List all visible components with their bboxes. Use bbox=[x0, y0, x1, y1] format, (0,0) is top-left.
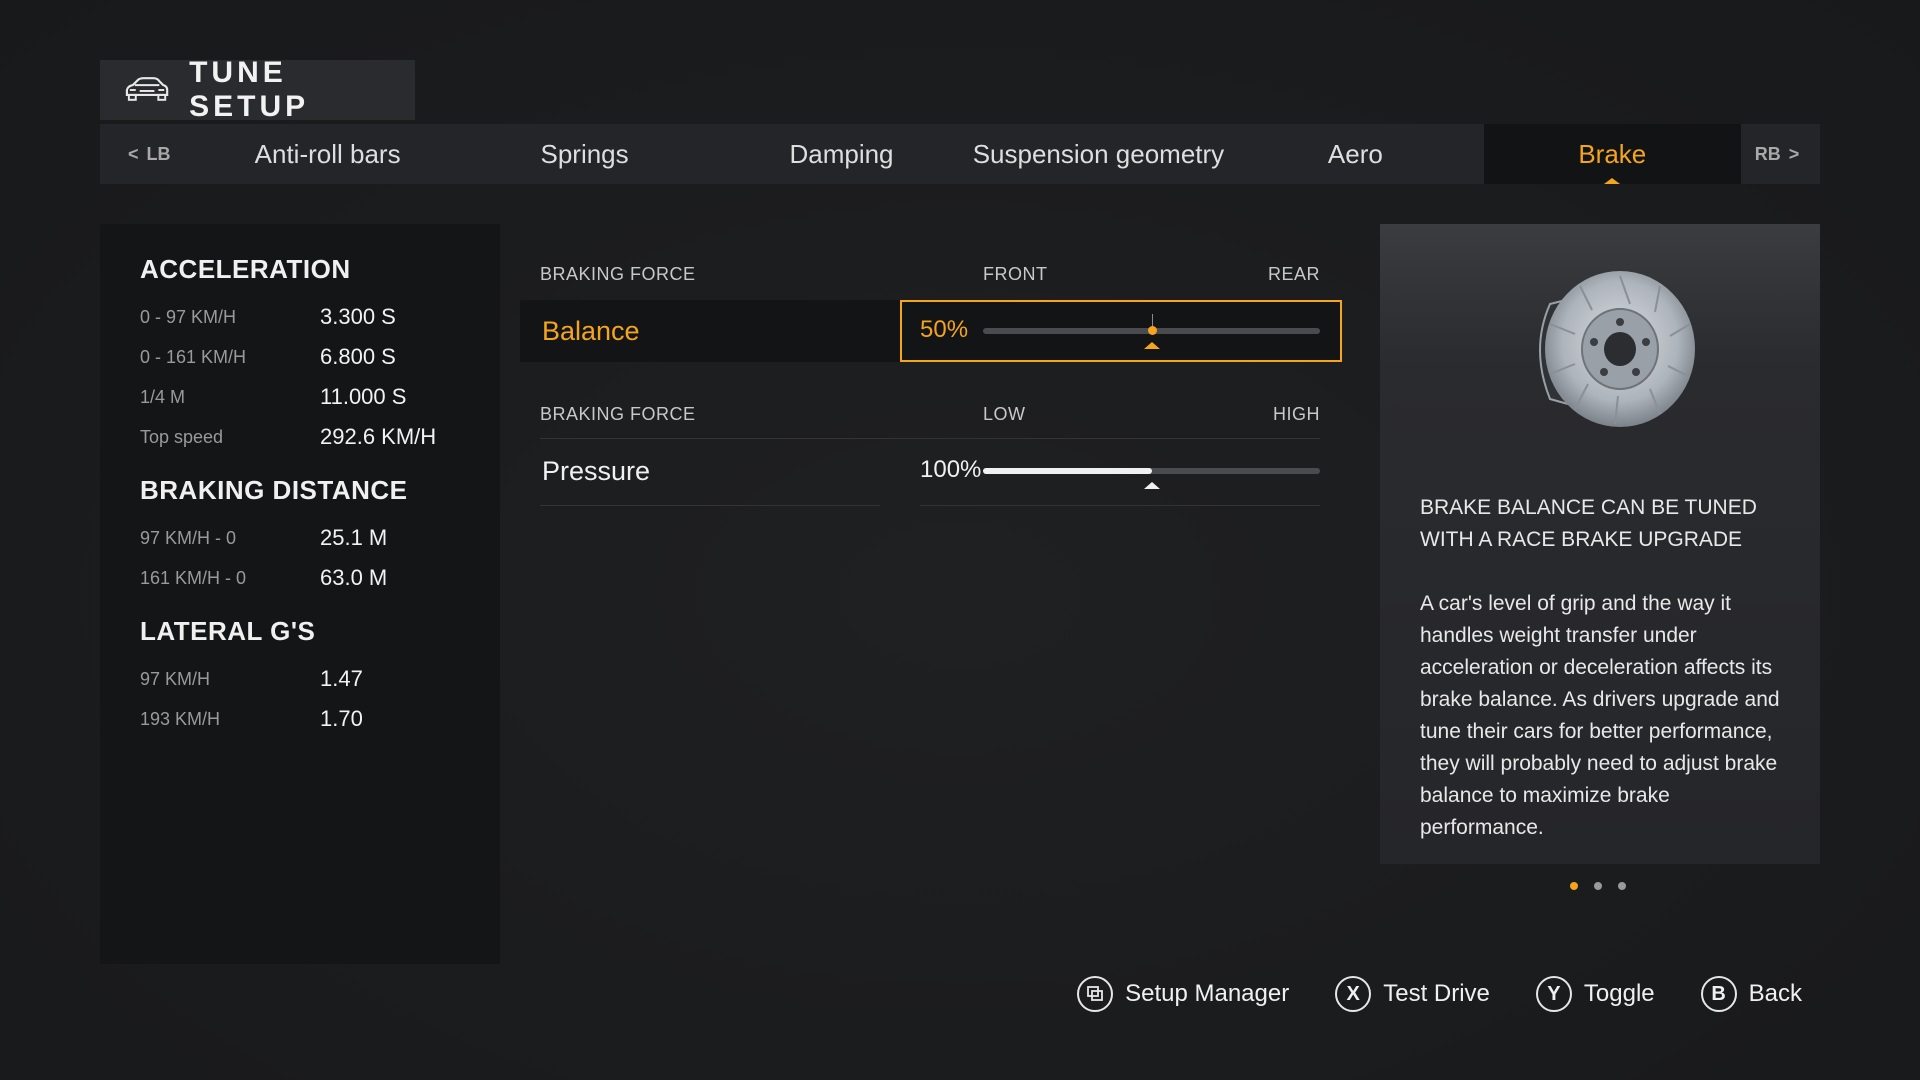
info-panel: BRAKE BALANCE CAN BE TUNED WITH A RACE B… bbox=[1380, 224, 1820, 864]
chevron-right-icon: > bbox=[1788, 143, 1800, 164]
pager-dot[interactable] bbox=[1594, 882, 1602, 890]
setting-value: 50% bbox=[920, 316, 969, 343]
left-bumper-button[interactable]: < LB bbox=[100, 144, 199, 165]
tab-label: Aero bbox=[1327, 138, 1383, 169]
stat-label: 97 KM/H - 0 bbox=[140, 527, 237, 548]
page-title: TUNE SETUP bbox=[189, 56, 310, 123]
tab-damping[interactable]: Damping bbox=[713, 124, 970, 184]
pressure-header: BRAKING FORCE LOW HIGH bbox=[520, 390, 1340, 440]
stat-value: 292.6 KM/H bbox=[320, 424, 437, 449]
acceleration-group: ACCELERATION 0 - 97 KM/H 3.300 S 0 - 161 … bbox=[140, 254, 460, 457]
toggle-button[interactable]: Y Toggle bbox=[1535, 976, 1655, 1012]
brake-disc-image bbox=[1539, 271, 1695, 427]
stat-label: 193 KM/H bbox=[140, 708, 221, 729]
stat-value: 63.0 M bbox=[320, 565, 388, 590]
braking-distance-group: BRAKING DISTANCE 97 KM/H - 0 25.1 M 161 K… bbox=[140, 475, 460, 598]
stat-heading: LATERAL G'S bbox=[140, 616, 316, 646]
setting-name: Pressure bbox=[542, 456, 651, 486]
stat-row: Top speed 292.6 KM/H bbox=[140, 417, 460, 457]
pager-dot-active[interactable] bbox=[1570, 882, 1578, 890]
back-label: Back bbox=[1748, 980, 1802, 1007]
b-button-icon: B bbox=[1700, 976, 1737, 1012]
slider-fill bbox=[983, 468, 1152, 474]
left-bumper-label: LB bbox=[146, 143, 171, 164]
right-bumper-button[interactable]: RB > bbox=[1741, 144, 1820, 165]
setting-name: Balance bbox=[542, 316, 640, 346]
pressure-setting-row[interactable]: Pressure 100% bbox=[520, 438, 1340, 506]
brake-settings: BRAKING FORCE FRONT REAR Balance 50% BRA… bbox=[520, 250, 1342, 506]
default-marker-icon bbox=[1143, 342, 1160, 349]
stat-row: 97 KM/H 1.47 bbox=[140, 659, 460, 699]
y-button-icon: Y bbox=[1535, 976, 1572, 1012]
divider bbox=[540, 505, 880, 506]
stat-value: 1.47 bbox=[320, 666, 363, 691]
info-body: A car's level of grip and the way it han… bbox=[1420, 592, 1780, 839]
stat-row: 0 - 161 KM/H 6.800 S bbox=[140, 337, 460, 377]
tab-label: Springs bbox=[540, 138, 629, 169]
tab-bar: < LB Anti-roll bars Springs Damping Susp… bbox=[100, 124, 1820, 184]
balance-slider-track[interactable] bbox=[983, 314, 1320, 349]
setup-manager-button[interactable]: Setup Manager bbox=[1077, 976, 1289, 1012]
tab-springs[interactable]: Springs bbox=[456, 124, 713, 184]
slider-high-label: HIGH bbox=[1273, 404, 1320, 424]
slider-knob[interactable] bbox=[1147, 326, 1157, 335]
page-title-box: TUNE SETUP bbox=[100, 56, 415, 123]
tab-aero[interactable]: Aero bbox=[1227, 124, 1484, 184]
info-heading: BRAKE BALANCE CAN BE TUNED WITH A RACE B… bbox=[1420, 496, 1757, 551]
test-drive-label: Test Drive bbox=[1383, 980, 1490, 1007]
group-label: BRAKING FORCE bbox=[540, 264, 696, 284]
tab-brake[interactable]: Brake bbox=[1483, 124, 1741, 184]
tab-suspension-geometry[interactable]: Suspension geometry bbox=[970, 124, 1227, 184]
tab-label: Anti-roll bars bbox=[254, 138, 401, 169]
test-drive-button[interactable]: X Test Drive bbox=[1335, 976, 1490, 1012]
pressure-slider-track[interactable] bbox=[983, 468, 1320, 489]
default-marker-icon bbox=[1143, 482, 1160, 489]
slider-low-label: LOW bbox=[983, 404, 1026, 424]
balance-setting-row[interactable]: Balance 50% bbox=[520, 300, 1342, 362]
stat-value: 6.800 S bbox=[320, 344, 396, 369]
stat-value: 11.000 S bbox=[320, 384, 407, 409]
tab-label: Damping bbox=[789, 138, 894, 169]
stat-row: 161 KM/H - 0 63.0 M bbox=[140, 558, 460, 598]
setup-manager-label: Setup Manager bbox=[1125, 980, 1290, 1007]
chevron-left-icon: < bbox=[128, 143, 139, 164]
info-pager bbox=[1570, 882, 1626, 890]
toggle-label: Toggle bbox=[1583, 980, 1655, 1007]
tab-label: Brake bbox=[1578, 138, 1647, 169]
right-bumper-label: RB bbox=[1754, 143, 1781, 164]
back-button[interactable]: B Back bbox=[1700, 976, 1802, 1012]
stat-row: 1/4 M 11.000 S bbox=[140, 377, 460, 417]
slider-low-label: FRONT bbox=[983, 264, 1048, 284]
stat-label: 161 KM/H - 0 bbox=[140, 567, 247, 588]
stat-label: 0 - 97 KM/H bbox=[140, 306, 237, 327]
stat-heading: ACCELERATION bbox=[140, 254, 351, 284]
stat-row: 0 - 97 KM/H 3.300 S bbox=[140, 297, 460, 337]
pager-dot[interactable] bbox=[1618, 882, 1626, 890]
group-label: BRAKING FORCE bbox=[540, 404, 696, 424]
setting-value: 100% bbox=[920, 456, 982, 483]
button-hints: Setup Manager X Test Drive Y Toggle B Ba… bbox=[1077, 976, 1802, 1012]
stat-heading: BRAKING DISTANCE bbox=[140, 475, 408, 505]
divider bbox=[540, 438, 1320, 439]
stat-label: 97 KM/H bbox=[140, 668, 211, 689]
balance-header: BRAKING FORCE FRONT REAR bbox=[520, 250, 1340, 300]
tab-anti-roll-bars[interactable]: Anti-roll bars bbox=[199, 124, 456, 184]
stat-label: 1/4 M bbox=[140, 386, 186, 407]
performance-stats-panel: ACCELERATION 0 - 97 KM/H 3.300 S 0 - 161 … bbox=[100, 224, 500, 964]
x-button-icon: X bbox=[1335, 976, 1372, 1012]
divider bbox=[920, 505, 1320, 506]
stat-value: 1.70 bbox=[320, 706, 363, 731]
stat-row: 193 KM/H 1.70 bbox=[140, 699, 460, 739]
stat-value: 3.300 S bbox=[320, 304, 396, 329]
lateral-g-group: LATERAL G'S 97 KM/H 1.47 193 KM/H 1.70 bbox=[140, 616, 460, 739]
tab-label: Suspension geometry bbox=[972, 138, 1225, 169]
stat-label: 0 - 161 KM/H bbox=[140, 346, 247, 367]
stat-label: Top speed bbox=[140, 426, 224, 447]
stat-row: 97 KM/H - 0 25.1 M bbox=[140, 518, 460, 558]
slider-high-label: REAR bbox=[1267, 264, 1320, 284]
car-icon bbox=[125, 77, 169, 101]
view-button-icon bbox=[1077, 976, 1114, 1012]
stat-value: 25.1 M bbox=[320, 525, 388, 550]
